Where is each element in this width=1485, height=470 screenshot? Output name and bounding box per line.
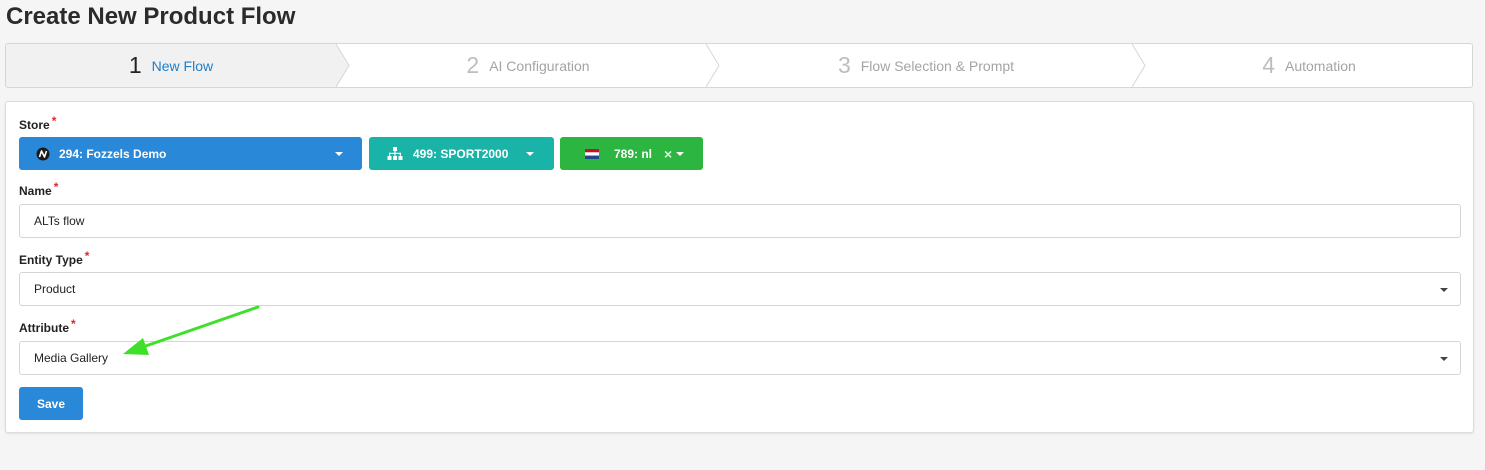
name-input-value: ALTs flow	[34, 214, 85, 228]
wizard-step-ai-configuration[interactable]: 2 AI Configuration	[350, 44, 706, 87]
step-divider-icon	[706, 44, 720, 87]
wizard-step-new-flow[interactable]: 1 New Flow	[6, 44, 336, 87]
wizard-steps: 1 New Flow 2 AI Configuration 3 Flow Sel…	[5, 43, 1473, 88]
step-label: New Flow	[151, 57, 214, 74]
page-title: Create New Product Flow	[6, 3, 296, 30]
annotation-arrow-icon	[123, 305, 260, 355]
step-divider-icon	[1132, 44, 1146, 87]
step-label: Automation	[1284, 57, 1356, 74]
store-select[interactable]: 294: Fozzels Demo	[19, 137, 362, 170]
step-label: Flow Selection & Prompt	[860, 57, 1015, 74]
chevron-down-icon	[1440, 288, 1448, 292]
channel-select-value: 499: SPORT2000	[413, 146, 509, 161]
store-logo-icon	[36, 147, 50, 160]
save-button[interactable]: Save	[19, 387, 83, 420]
chevron-down-icon	[335, 152, 343, 156]
step-label: AI Configuration	[489, 57, 590, 74]
wizard-step-automation[interactable]: 4 Automation	[1146, 44, 1472, 87]
entity-type-label: Entity Type *	[19, 249, 90, 267]
chevron-down-icon	[676, 151, 685, 156]
netherlands-flag-icon	[585, 148, 599, 159]
sitemap-icon	[387, 147, 403, 160]
store-select-value: 294: Fozzels Demo	[59, 146, 167, 161]
attribute-label: Attribute *	[19, 317, 76, 335]
entity-type-select[interactable]: Product	[19, 272, 1461, 306]
step-number: 1	[128, 52, 142, 78]
step-number: 4	[1262, 52, 1275, 78]
step-number: 2	[466, 52, 480, 78]
clear-icon[interactable]: ×	[664, 146, 672, 162]
chevron-down-icon	[1440, 357, 1448, 361]
locale-select-value: 789: nl	[614, 146, 653, 161]
step-number: 3	[837, 52, 851, 78]
chevron-down-icon	[526, 152, 534, 156]
channel-select[interactable]: 499: SPORT2000	[369, 137, 554, 170]
entity-type-value: Product	[34, 282, 76, 296]
step-divider-icon	[336, 44, 350, 87]
name-input[interactable]: ALTs flow	[19, 204, 1461, 238]
store-label: Store *	[19, 114, 57, 132]
name-label: Name *	[19, 180, 59, 198]
attribute-value: Media Gallery	[34, 351, 109, 365]
form-panel: Store* 294: Fozzels Demo 499: SPORT2000	[5, 101, 1474, 433]
locale-select[interactable]: 789: nl ×	[560, 137, 703, 170]
wizard-step-flow-selection-prompt[interactable]: 3 Flow Selection & Prompt	[720, 44, 1132, 87]
